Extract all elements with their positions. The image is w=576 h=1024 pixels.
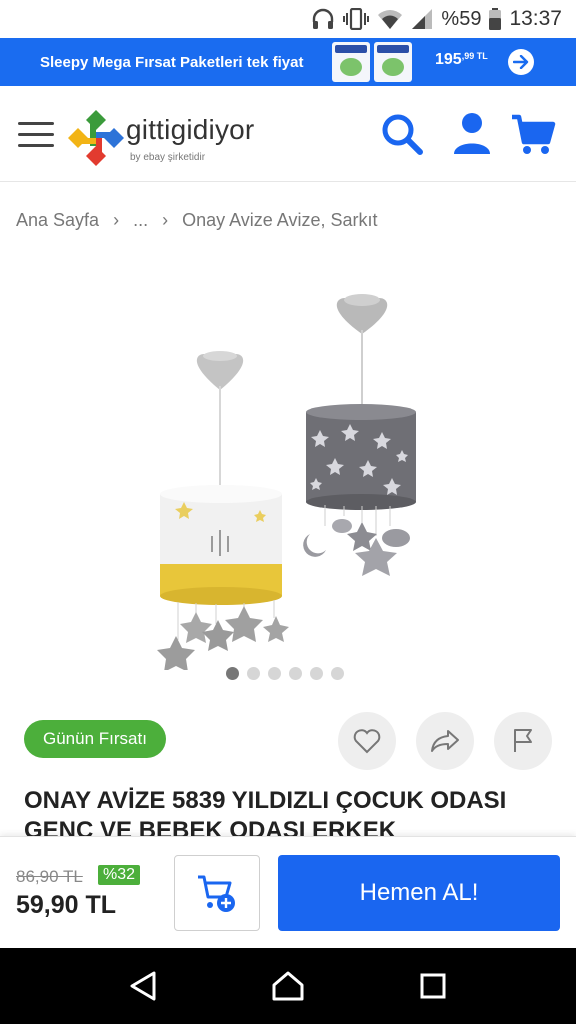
site-header: gittigidiyor by ebay şirketidir (0, 86, 576, 182)
logo-text: gittigidiyor (126, 114, 255, 145)
back-icon[interactable] (123, 966, 163, 1006)
headphones-icon (311, 8, 335, 30)
deal-of-the-day-badge: Günün Fırsatı (24, 720, 166, 758)
diaper-pack-image (332, 42, 370, 82)
logo-subtext: by ebay şirketidir (130, 152, 206, 163)
battery-percent: %59 (441, 7, 482, 30)
logo-mark-icon (68, 110, 124, 166)
search-icon[interactable] (380, 112, 424, 160)
clock: 13:37 (509, 7, 562, 30)
gallery-dot[interactable] (268, 667, 281, 680)
battery-icon (489, 8, 502, 30)
promo-price-decimal: ,99 TL (461, 51, 488, 61)
user-icon[interactable] (452, 112, 492, 160)
share-button[interactable] (416, 712, 474, 770)
signal-icon (411, 8, 433, 30)
add-to-cart-icon (198, 875, 235, 912)
flag-icon (514, 729, 532, 752)
chevron-right-icon: › (113, 210, 120, 230)
gallery-dot[interactable] (289, 667, 302, 680)
promo-price-main: 195 (435, 51, 462, 68)
menu-icon[interactable] (18, 122, 56, 148)
cart-icon[interactable] (510, 112, 556, 160)
breadcrumb-ellipsis[interactable]: ... (133, 210, 148, 231)
home-icon[interactable] (268, 966, 308, 1006)
promo-text: Sleepy Mega Fırsat Paketleri tek fiyat (40, 53, 304, 71)
add-to-cart-button[interactable] (174, 855, 260, 931)
discount-badge: %32 (98, 865, 141, 885)
product-image[interactable] (140, 290, 436, 672)
status-bar: %59 13:37 (0, 0, 576, 38)
report-button[interactable] (494, 712, 552, 770)
chevron-right-icon: › (162, 210, 169, 230)
vibrate-icon (343, 8, 370, 30)
breadcrumb: Ana Sayfa › ... › Onay Avize Avize, Sark… (16, 210, 378, 231)
wifi-icon (377, 8, 403, 30)
gallery-dot[interactable] (226, 667, 239, 680)
heart-icon (353, 729, 381, 754)
breadcrumb-home[interactable]: Ana Sayfa (16, 210, 99, 231)
breadcrumb-current[interactable]: Onay Avize Avize, Sarkıt (182, 210, 377, 231)
buy-now-button[interactable]: Hemen AL! (278, 855, 560, 931)
logo[interactable]: gittigidiyor by ebay şirketidir (66, 108, 266, 168)
share-icon (431, 730, 459, 752)
diaper-pack-image (374, 42, 412, 82)
promo-price: 195,99 TL (435, 51, 488, 69)
gallery-dot[interactable] (310, 667, 323, 680)
favorite-button[interactable] (338, 712, 396, 770)
system-nav-bar (0, 948, 576, 1024)
recents-icon[interactable] (413, 966, 453, 1006)
promo-banner[interactable]: Sleepy Mega Fırsat Paketleri tek fiyat 1… (0, 38, 576, 86)
promo-product-images (332, 42, 412, 82)
lamp-illustration (157, 294, 416, 672)
product-title: ONAY AVİZE 5839 YILDIZLI ÇOCUK ODASI GEN… (24, 787, 507, 838)
old-price: 86,90 TL (16, 867, 83, 886)
arrow-right-icon[interactable] (508, 49, 534, 75)
purchase-bar: 86,90 TL %32 59,90 TL Hemen AL! (0, 836, 576, 948)
current-price: 59,90 TL (16, 891, 117, 919)
gallery-dot[interactable] (247, 667, 260, 680)
gallery-pagination (226, 667, 344, 680)
gallery-dot[interactable] (331, 667, 344, 680)
